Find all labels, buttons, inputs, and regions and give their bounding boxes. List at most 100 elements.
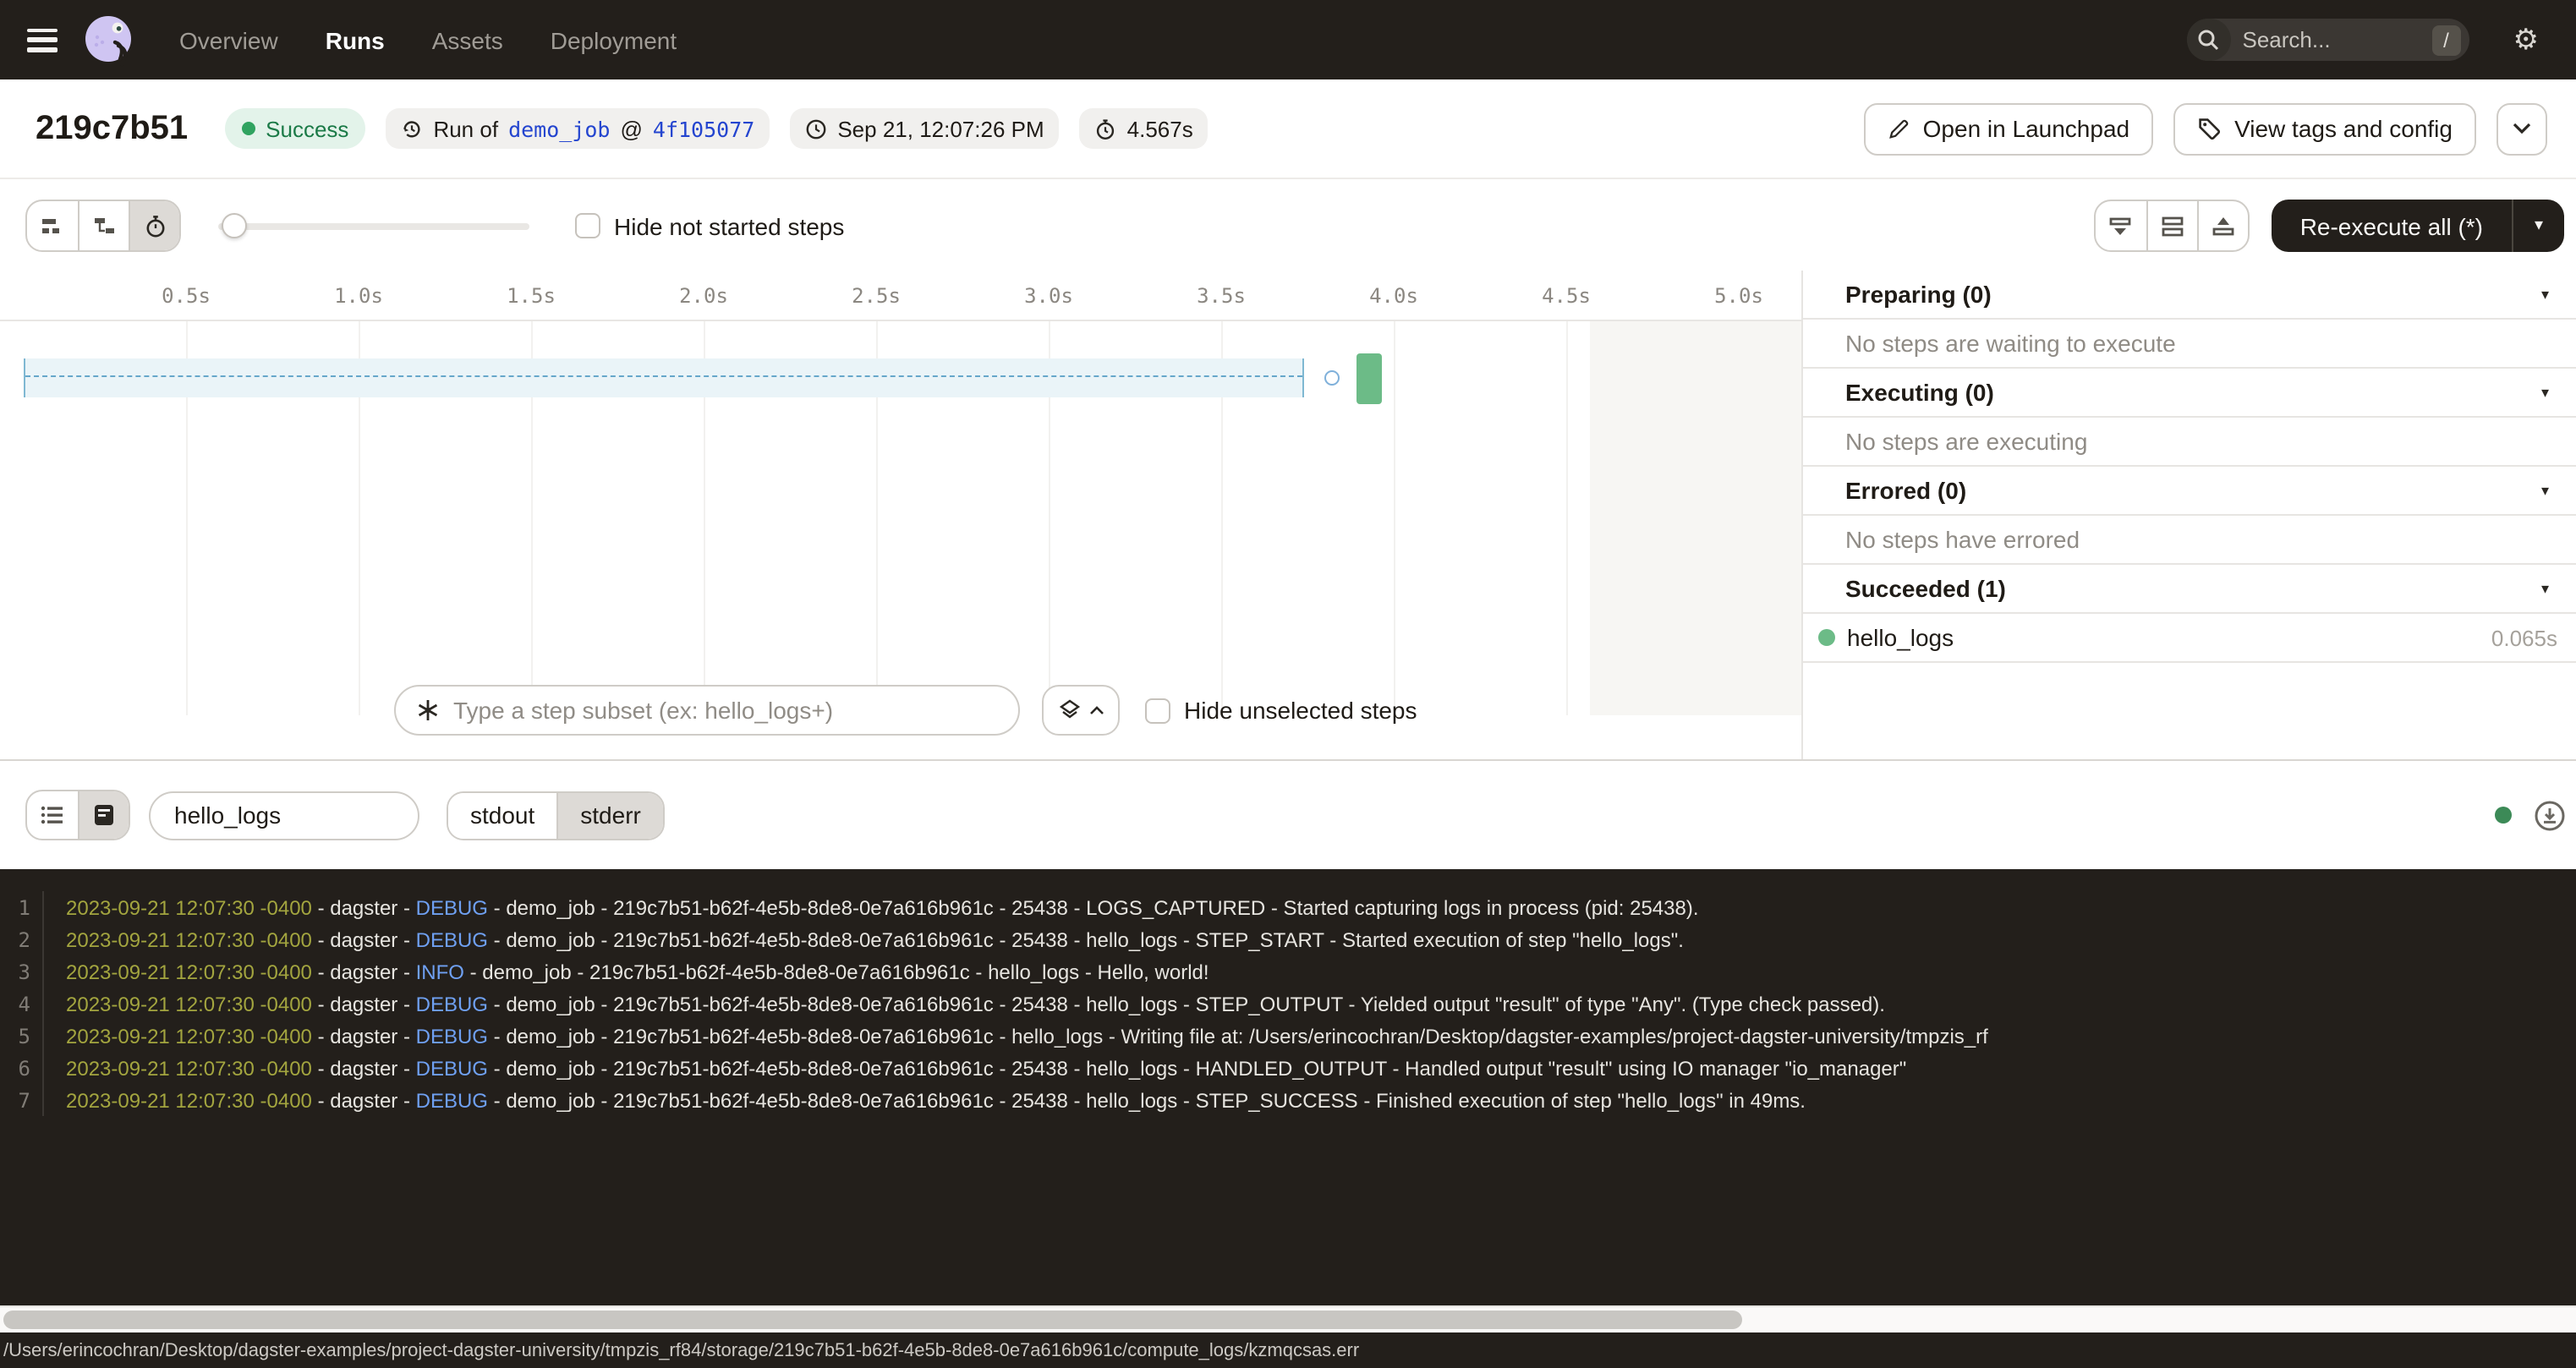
settings-gear-icon[interactable]: ⚙	[2513, 25, 2540, 54]
tab-stdout[interactable]: stdout	[448, 792, 556, 838]
log-logger: - dagster -	[312, 1088, 416, 1112]
step-section-header[interactable]: Errored (0)▾	[1803, 467, 2576, 516]
step-name: hello_logs	[1847, 624, 2491, 651]
at-separator: @	[621, 116, 643, 141]
search-input[interactable]: Search... /	[2187, 19, 2469, 61]
panel-split-group	[2094, 200, 2250, 252]
log-line-text: 2023-09-21 12:07:30 -0400 - dagster - DE…	[66, 895, 1699, 919]
download-log-button[interactable]	[2534, 799, 2566, 831]
expand-bottom-panel-button[interactable]	[2197, 201, 2248, 250]
timeline-tick-label: 2.5s	[852, 284, 901, 308]
dagster-logo-icon[interactable]	[81, 11, 139, 68]
log-line-number: 5	[0, 1020, 44, 1052]
log-timestamp: 2023-09-21 12:07:30 -0400	[66, 1024, 312, 1048]
timed-view-button[interactable]	[129, 201, 179, 250]
hide-unselected-label: Hide unselected steps	[1184, 697, 1417, 724]
log-line-text: 2023-09-21 12:07:30 -0400 - dagster - DE…	[66, 1088, 1806, 1112]
timeline-tick-label: 1.0s	[334, 284, 383, 308]
hide-not-started-checkbox[interactable]	[575, 213, 600, 238]
gantt-chart: 0.5s1.0s1.5s2.0s2.5s3.0s3.5s4.0s4.5s5.0s…	[0, 271, 1801, 759]
slider-knob[interactable]	[222, 213, 247, 238]
log-message: - demo_job - 219c7b51-b62f-4e5b-8de8-0e7…	[464, 960, 1209, 983]
log-level: DEBUG	[416, 1056, 488, 1080]
tab-stderr[interactable]: stderr	[556, 792, 663, 838]
log-timestamp: 2023-09-21 12:07:30 -0400	[66, 928, 312, 951]
chevron-up-icon	[1088, 705, 1104, 715]
nav-link-runs[interactable]: Runs	[326, 26, 385, 53]
step-success-dot-icon	[1818, 629, 1835, 646]
step-subset-input[interactable]: Type a step subset (ex: hello_logs+)	[394, 685, 1020, 736]
dagster-run-page: Overview Runs Assets Deployment Search... /…	[0, 0, 2576, 1368]
collapse-top-panel-button[interactable]	[2096, 201, 2146, 250]
log-logger: - dagster -	[312, 928, 416, 951]
log-output: 1 2023-09-21 12:07:30 -0400 - dagster - D…	[0, 869, 2576, 1305]
step-section-empty-text: No steps have errored	[1803, 516, 2576, 565]
reexecute-all-button[interactable]: Re-execute all (*)	[2272, 200, 2513, 252]
horizontal-scrollbar	[0, 1305, 2576, 1332]
pencil-icon	[1888, 118, 1910, 140]
gantt-waiting-band	[24, 358, 1304, 397]
raw-log-view-button[interactable]	[78, 791, 129, 839]
run-id-title: 219c7b51	[36, 109, 188, 148]
log-timestamp: 2023-09-21 12:07:30 -0400	[66, 1056, 312, 1080]
run-more-actions-button[interactable]	[2497, 102, 2547, 155]
gantt-step-bar-hello_logs[interactable]	[1356, 353, 1381, 404]
hamburger-menu-icon[interactable]	[27, 28, 58, 52]
waterfall-view-button[interactable]	[78, 201, 129, 250]
view-tags-config-label: View tags and config	[2234, 115, 2453, 142]
log-message: - demo_job - 219c7b51-b62f-4e5b-8de8-0e7…	[488, 1088, 1806, 1112]
timeline-tick-label: 4.5s	[1542, 284, 1591, 308]
chevron-down-icon	[2512, 122, 2532, 135]
snapshot-id-link[interactable]: 4f105077	[653, 116, 754, 141]
log-level: DEBUG	[416, 1024, 488, 1048]
scrollbar-thumb[interactable]	[3, 1311, 1742, 1329]
step-section-header[interactable]: Executing (0)▾	[1803, 369, 2576, 418]
log-step-selector[interactable]: hello_logs	[149, 791, 419, 840]
job-name-link[interactable]: demo_job	[508, 116, 610, 141]
step-section-empty-text: No steps are waiting to execute	[1803, 320, 2576, 369]
log-message: - demo_job - 219c7b51-b62f-4e5b-8de8-0e7…	[488, 1024, 1988, 1048]
log-message: - demo_job - 219c7b51-b62f-4e5b-8de8-0e7…	[488, 1056, 1906, 1080]
timeline-tick-label: 0.5s	[162, 284, 211, 308]
log-line: 62023-09-21 12:07:30 -0400 - dagster - D…	[0, 1052, 2576, 1084]
gantt-zoom-slider[interactable]	[218, 200, 529, 252]
duration-tag: 4.567s	[1080, 108, 1209, 149]
log-line: 32023-09-21 12:07:30 -0400 - dagster - I…	[0, 955, 2576, 988]
timeline-tick-label: 5.0s	[1714, 284, 1763, 308]
nav-link-deployment[interactable]: Deployment	[551, 26, 677, 53]
hide-unselected-checkbox[interactable]	[1145, 698, 1170, 723]
start-time-label: Sep 21, 12:07:26 PM	[837, 116, 1044, 141]
log-line-number: 6	[0, 1052, 44, 1084]
step-section-header[interactable]: Succeeded (1)▾	[1803, 565, 2576, 614]
nav-links: Overview Runs Assets Deployment	[179, 26, 677, 53]
step-section-title: Preparing (0)	[1845, 281, 2541, 308]
reexecute-dropdown-button[interactable]: ▾	[2513, 200, 2564, 252]
structured-log-view-button[interactable]	[27, 791, 78, 839]
step-section-header[interactable]: Preparing (0)▾	[1803, 271, 2576, 320]
log-level: DEBUG	[416, 992, 488, 1015]
nav-link-assets[interactable]: Assets	[432, 26, 503, 53]
log-level: DEBUG	[416, 928, 488, 951]
log-line: 5 2023-09-21 12:07:30 -0400 - dagster - D…	[0, 1020, 2576, 1052]
log-line-number: 2	[0, 923, 44, 955]
log-line-text: 2023-09-21 12:07:30 -0400 - dagster - DE…	[66, 928, 1684, 951]
graph-query-presets-button[interactable]	[1042, 685, 1120, 736]
gantt-marker-circle	[1324, 370, 1340, 386]
history-icon	[401, 118, 423, 140]
log-line: 1 2023-09-21 12:07:30 -0400 - dagster - D…	[0, 891, 2576, 923]
log-line-number: 1	[0, 891, 44, 923]
log-line-text: 2023-09-21 12:07:30 -0400 - dagster - DE…	[66, 1024, 1988, 1048]
search-placeholder: Search...	[2243, 27, 2432, 52]
run-of-prefix: Run of	[433, 116, 498, 141]
post-run-shade-region	[1589, 321, 1801, 715]
flat-view-button[interactable]	[27, 201, 78, 250]
split-panels-button[interactable]	[2146, 201, 2197, 250]
nav-link-overview[interactable]: Overview	[179, 26, 278, 53]
gantt-toolbar: Hide not started steps Re-execute all (*…	[0, 181, 2576, 271]
open-in-launchpad-button[interactable]: Open in Launchpad	[1864, 102, 2153, 155]
view-tags-config-button[interactable]: View tags and config	[2173, 102, 2476, 155]
start-time-tag: Sep 21, 12:07:26 PM	[790, 108, 1059, 149]
succeeded-step-row[interactable]: hello_logs0.065s	[1803, 614, 2576, 663]
log-message: - demo_job - 219c7b51-b62f-4e5b-8de8-0e7…	[488, 895, 1699, 919]
tag-icon	[2197, 117, 2221, 140]
